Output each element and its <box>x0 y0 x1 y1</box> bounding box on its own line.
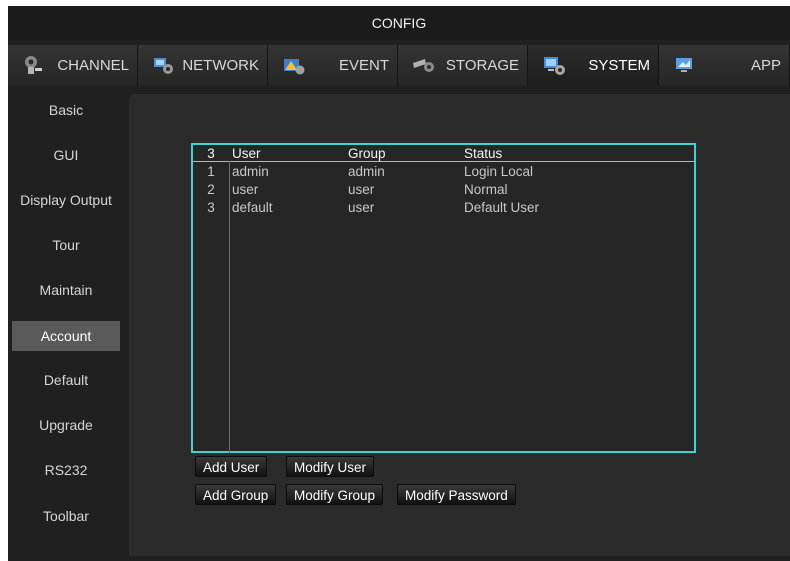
table-row[interactable]: 1 admin admin Login Local <box>193 163 694 181</box>
sidebar-item-basic[interactable]: Basic <box>12 95 120 125</box>
table-header: 3 User Group Status <box>193 145 694 163</box>
tab-label: EVENT <box>338 57 389 74</box>
sidebar-item-upgrade[interactable]: Upgrade <box>12 410 120 440</box>
row-user: user <box>232 182 259 197</box>
user-count: 3 <box>207 146 215 161</box>
row-group: user <box>348 182 375 197</box>
account-table[interactable]: 3 User Group Status 1 admin admin Login … <box>191 143 696 453</box>
table-row[interactable]: 3 default user Default User <box>193 199 694 217</box>
row-group: admin <box>348 164 385 179</box>
tab-label: CHANNEL <box>57 57 129 74</box>
main-tabs: CHANNEL NETWORK EVENT STORAGE SYSTEM APP <box>8 45 790 86</box>
tab-storage[interactable]: STORAGE <box>398 45 528 86</box>
tab-channel[interactable]: CHANNEL <box>8 45 138 86</box>
tab-label: STORAGE <box>445 57 519 74</box>
event-icon <box>282 54 306 76</box>
row-status: Normal <box>464 182 508 197</box>
sidebar-item-toolbar[interactable]: Toolbar <box>12 501 120 531</box>
account-panel: 3 User Group Status 1 admin admin Login … <box>129 94 790 556</box>
header-group: Group <box>348 146 386 161</box>
tab-app[interactable]: APP <box>659 45 790 86</box>
modify-user-button[interactable]: Modify User <box>286 456 375 477</box>
row-number: 2 <box>207 182 215 197</box>
header-user: User <box>232 146 261 161</box>
row-status: Login Local <box>464 164 534 179</box>
sidebar-item-rs232[interactable]: RS232 <box>12 455 120 485</box>
row-group: user <box>348 200 375 215</box>
window-title: CONFIG <box>8 6 790 40</box>
sidebar-item-account[interactable]: Account <box>12 321 120 351</box>
network-icon <box>152 54 176 76</box>
sidebar-item-gui[interactable]: GUI <box>12 140 120 170</box>
header-status: Status <box>464 146 503 161</box>
table-row[interactable]: 2 user user Normal <box>193 181 694 199</box>
tab-label: SYSTEM <box>588 57 650 74</box>
modify-group-button[interactable]: Modify Group <box>286 484 384 505</box>
sidebar-item-tour[interactable]: Tour <box>12 230 120 260</box>
tab-network[interactable]: NETWORK <box>138 45 268 86</box>
sidebar-item-display-output[interactable]: Display Output <box>12 185 120 215</box>
row-user: admin <box>232 164 269 179</box>
sidebar: Basic GUI Display Output Tour Maintain A… <box>8 94 128 561</box>
app-icon <box>673 54 697 76</box>
config-window: CONFIG CHANNEL NETWORK EVENT STORAGE SYS… <box>8 6 790 561</box>
row-number: 1 <box>207 164 215 179</box>
tab-label: NETWORK <box>182 57 259 74</box>
modify-password-button[interactable]: Modify Password <box>397 484 516 505</box>
sidebar-item-maintain[interactable]: Maintain <box>12 275 120 305</box>
tab-label: APP <box>750 57 781 74</box>
system-icon <box>542 54 566 76</box>
storage-icon <box>412 54 436 76</box>
row-status: Default User <box>464 200 540 215</box>
add-user-button[interactable]: Add User <box>195 456 268 477</box>
row-user: default <box>232 200 273 215</box>
add-group-button[interactable]: Add Group <box>195 484 277 505</box>
channel-icon <box>22 54 46 76</box>
sidebar-item-default[interactable]: Default <box>12 365 120 395</box>
tab-event[interactable]: EVENT <box>268 45 398 86</box>
row-number: 3 <box>207 200 215 215</box>
tab-system[interactable]: SYSTEM <box>528 45 659 86</box>
